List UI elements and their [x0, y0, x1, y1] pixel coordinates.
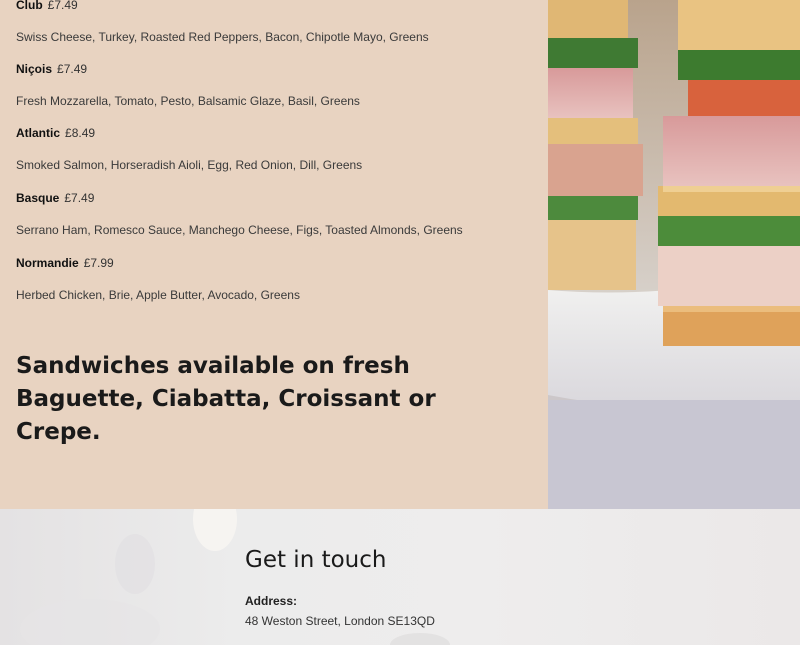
menu-item-description: Herbed Chicken, Brie, Apple Butter, Avoc…	[16, 288, 300, 302]
menu-item-name: Normandie	[16, 256, 79, 270]
menu-item-name: Basque	[16, 191, 60, 205]
sandwich-menu-section: Club £7.49 Swiss Cheese, Turkey, Roasted …	[0, 0, 548, 509]
menu-item-club: Club £7.49	[16, 0, 78, 12]
menu-item-normandie: Normandie £7.99	[16, 256, 114, 270]
menu-item-description: Swiss Cheese, Turkey, Roasted Red Pepper…	[16, 30, 429, 44]
menu-item-price: £7.99	[83, 256, 114, 270]
menu-item-price: £8.49	[65, 126, 96, 140]
contact-heading: Get in touch	[245, 547, 387, 573]
menu-item-price: £7.49	[57, 62, 88, 76]
menu-item-atlantic: Atlantic £8.49	[16, 126, 95, 140]
menu-item-name: Club	[16, 0, 43, 12]
menu-item-price: £7.49	[47, 0, 78, 12]
bread-options-headline: Sandwiches available on fresh Baguette, …	[16, 353, 436, 445]
menu-item-description: Serrano Ham, Romesco Sauce, Manchego Che…	[16, 223, 463, 237]
menu-item-nicois: Niçois £7.49	[16, 62, 87, 76]
menu-item-description: Smoked Salmon, Horseradish Aioli, Egg, R…	[16, 158, 363, 172]
menu-item-basque: Basque £7.49	[16, 191, 94, 205]
menu-item-description: Fresh Mozzarella, Tomato, Pesto, Balsami…	[16, 94, 360, 108]
address-label: Address:	[245, 594, 298, 608]
address-value: 48 Weston Street, London SE13QD	[245, 614, 435, 628]
contact-section: Get in touch Address: 48 Weston Street, …	[0, 509, 800, 645]
sandwich-image	[548, 0, 800, 509]
menu-item-price: £7.49	[64, 191, 95, 205]
sandwich-photo	[548, 0, 800, 509]
menu-item-name: Niçois	[16, 62, 53, 76]
menu-item-name: Atlantic	[16, 126, 61, 140]
